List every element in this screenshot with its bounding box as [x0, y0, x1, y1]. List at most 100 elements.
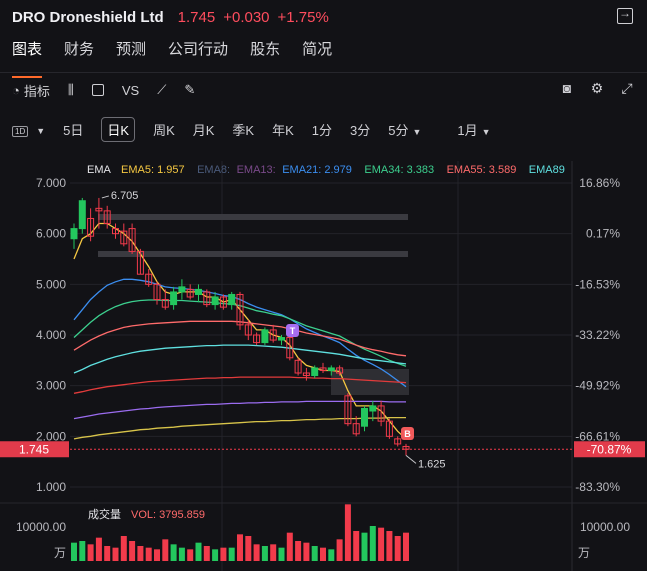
volume-bar — [386, 531, 393, 561]
stock-name: DRO Droneshield Ltd — [12, 8, 164, 26]
low-label: 1.625 — [418, 458, 446, 470]
y-tick-left: 2.000 — [36, 429, 66, 443]
y-tick-right: -49.92% — [575, 379, 620, 393]
volume-bar — [237, 534, 243, 561]
volume-axis-left: 10000.00 — [16, 520, 66, 534]
tab-0[interactable]: 图表 — [12, 38, 43, 78]
volume-bar — [378, 527, 385, 561]
volume-bar — [278, 547, 285, 561]
candle-body — [70, 228, 78, 240]
volume-bar — [87, 544, 94, 561]
price-tag-right: -70.87% — [587, 442, 632, 456]
candle-body — [170, 291, 178, 306]
ema-line-ema233 — [73, 400, 406, 420]
candle-body — [361, 407, 368, 427]
volume-value: VOL: 3795.859 — [131, 509, 205, 521]
price-chart[interactable]: 7.000 16.86% 6.000 0.17% 5.000 -16.53% 4.000 -3… — [0, 151, 647, 571]
square-icon[interactable] — [91, 84, 104, 96]
volume-bar — [253, 544, 260, 561]
candle-body — [369, 405, 377, 412]
y-tick-left: 1.000 — [36, 480, 66, 494]
gauge-icon: ◔ — [12, 82, 20, 98]
tab-5[interactable]: 简况 — [302, 38, 332, 70]
volume-bar — [270, 544, 277, 561]
volume-bar — [295, 541, 302, 561]
tab-2[interactable]: 预测 — [116, 38, 146, 70]
volume-bar — [403, 532, 409, 561]
volume-bar — [245, 536, 252, 561]
volume-bar — [195, 542, 202, 561]
last-price: 1.745 — [177, 8, 216, 26]
exit-fullscreen-icon[interactable] — [617, 6, 633, 24]
camera-icon[interactable]: ◙ — [559, 80, 575, 96]
divider — [0, 72, 647, 73]
tab-1[interactable]: 财务 — [64, 38, 94, 70]
volume-bar — [220, 547, 227, 561]
tab-4[interactable]: 股东 — [250, 38, 280, 70]
zone-bar — [98, 251, 408, 257]
volume-bar — [212, 549, 219, 561]
tab-3[interactable]: 公司行动 — [168, 38, 228, 70]
high-leader — [101, 195, 110, 199]
candle-body — [211, 296, 219, 306]
volume-bar — [137, 546, 144, 561]
compare-chart-icon[interactable]: ⟋ — [157, 82, 166, 98]
period-8[interactable]: 5分 ▼ — [388, 120, 421, 139]
y-tick-right: -83.30% — [575, 480, 620, 494]
indicator-button[interactable]: ◔ 指标 — [12, 81, 50, 100]
candle-body — [261, 329, 269, 344]
y-tick-left: 5.000 — [36, 277, 66, 291]
period-5[interactable]: 年K — [272, 120, 294, 139]
candle-type-icon[interactable]: ⫼ — [68, 82, 74, 98]
volume-bar — [178, 547, 185, 561]
volume-bar — [336, 539, 343, 561]
volume-bar — [394, 536, 401, 561]
volume-bar — [328, 549, 335, 561]
legend-item-4: EMA34: 3.383 — [364, 164, 434, 176]
period-4[interactable]: 季K — [232, 120, 254, 139]
candle-body — [78, 200, 86, 230]
y-tick-left: 3.000 — [36, 379, 66, 393]
volume-bar — [303, 542, 310, 561]
volume-bar — [187, 549, 194, 561]
volume-bar — [311, 546, 318, 561]
candle-body — [195, 288, 202, 295]
period-0[interactable]: 5日 — [63, 120, 83, 139]
period-3[interactable]: 月K — [193, 120, 215, 139]
legend-item-0: EMA5: 1.957 — [121, 164, 185, 176]
period-1[interactable]: 日K — [101, 116, 136, 142]
volume-bar — [104, 546, 111, 561]
period-type-dropdown[interactable]: 1D ▼ — [12, 122, 45, 137]
y-tick-left: 6.000 — [36, 227, 66, 241]
volume-bar — [203, 546, 210, 561]
period-6[interactable]: 1分 — [312, 120, 332, 139]
draw-pen-icon[interactable]: ✎ — [184, 82, 195, 98]
vs-button[interactable]: VS — [122, 83, 139, 98]
price-change: +0.030 — [223, 8, 270, 26]
legend-item-5: EMA55: 3.589 — [447, 164, 517, 176]
period-2[interactable]: 周K — [153, 120, 175, 139]
volume-bar — [261, 546, 268, 561]
period-bar: 1D ▼ 5日 日K 周K 月K 季K 年K 1分 3分 5分 ▼ 1月 ▼ — [0, 116, 647, 142]
low-leader — [405, 454, 417, 464]
legend-item-2: EMA13: — [237, 164, 276, 176]
y-tick-left: 4.000 — [36, 328, 66, 342]
legend-item-3: EMA21: 2.979 — [282, 164, 352, 176]
volume-title: 成交量 — [88, 507, 121, 521]
y-tick-right: 16.86% — [579, 176, 620, 190]
volume-bar — [344, 504, 351, 561]
chart-toolbar: ◔ 指标 ⫼ VS ⟋ ✎ — [0, 78, 647, 102]
zone-bar — [98, 214, 408, 220]
candle-body — [228, 293, 236, 306]
candle-body — [178, 286, 186, 293]
period-7[interactable]: 3分 — [350, 120, 370, 139]
y-tick-right: -66.61% — [575, 429, 620, 443]
period-9[interactable]: 1月 ▼ — [457, 120, 490, 139]
volume-bar — [320, 547, 326, 561]
volume-axis-right: 10000.00 — [580, 520, 630, 534]
volume-bar — [129, 541, 136, 561]
trade-marker-b-label: B — [404, 429, 411, 439]
gear-icon[interactable]: ⚙ — [589, 80, 605, 96]
volume-bar — [361, 532, 368, 561]
expand-icon[interactable]: ⤢ — [619, 80, 635, 96]
